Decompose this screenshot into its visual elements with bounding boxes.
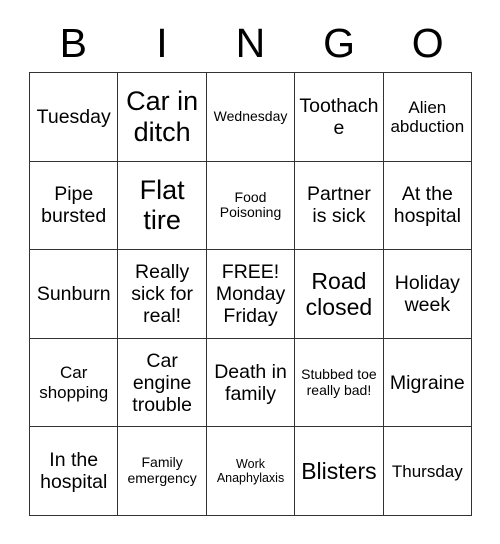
bingo-cell-label: In the hospital	[40, 449, 108, 494]
bingo-cell-label: Car in ditch	[126, 86, 199, 147]
bingo-cell[interactable]: Sunburn	[30, 250, 119, 339]
bingo-cell[interactable]: Blisters	[295, 427, 384, 516]
bingo-cell[interactable]: Migraine	[383, 338, 473, 428]
bingo-cell[interactable]: Thursday	[383, 427, 473, 516]
bingo-cell-label: Thursday	[391, 461, 463, 481]
bingo-cell-label: Wednesday	[213, 107, 288, 124]
bingo-cell-label: Stubbed toe really bad!	[301, 365, 377, 398]
bingo-cell-label: Car shopping	[39, 363, 109, 402]
bingo-cell-label: FREE! Monday Friday	[215, 260, 286, 327]
bingo-cell[interactable]: Partner is sick	[295, 161, 384, 251]
bingo-cell-label: Tuesday	[36, 105, 111, 128]
bingo-cell-label: Alien abduction	[390, 97, 465, 136]
bingo-header-letter-g: G	[323, 19, 356, 66]
bingo-grid: Tuesday Car in ditch Wednesday Toothache…	[29, 72, 473, 516]
bingo-header-letter-b: B	[59, 19, 87, 66]
bingo-header-letter-i: I	[156, 19, 168, 66]
bingo-cell-free[interactable]: FREE! Monday Friday	[206, 250, 296, 339]
bingo-cell[interactable]: In the hospital	[30, 427, 119, 516]
bingo-cell-label: Toothache	[299, 94, 379, 139]
bingo-cell[interactable]: Holiday week	[383, 250, 473, 339]
bingo-cell[interactable]: Really sick for real!	[118, 250, 207, 339]
bingo-cell[interactable]: Pipe bursted	[30, 161, 119, 251]
bingo-cell-label: Pipe bursted	[41, 183, 107, 228]
bingo-cell-label: Car engine trouble	[132, 349, 192, 416]
bingo-cell-label: Work Anaphylaxis	[216, 457, 285, 486]
bingo-cell[interactable]: Flat tire	[118, 161, 207, 251]
bingo-cell-label: Family emergency	[127, 454, 197, 487]
bingo-cell[interactable]: Car engine trouble	[118, 338, 207, 428]
bingo-cell[interactable]: Tuesday	[30, 73, 119, 162]
bingo-cell[interactable]: At the hospital	[383, 161, 473, 251]
bingo-row: Tuesday Car in ditch Wednesday Toothache…	[30, 73, 473, 162]
bingo-cell-label: Death in family	[214, 360, 287, 405]
bingo-cell[interactable]: Death in family	[206, 338, 296, 428]
bingo-cell-label: At the hospital	[393, 183, 461, 228]
bingo-cell-label: Flat tire	[139, 174, 185, 236]
bingo-cell-label: Holiday week	[394, 271, 460, 316]
bingo-cell[interactable]: Car in ditch	[118, 73, 207, 162]
bingo-cell-label: Road closed	[305, 268, 373, 320]
bingo-cell-label: Food Poisoning	[219, 188, 282, 221]
bingo-cell[interactable]: Alien abduction	[383, 73, 473, 162]
bingo-row: Sunburn Really sick for real! FREE! Mond…	[30, 250, 473, 339]
bingo-header-letter-o: O	[411, 19, 444, 66]
bingo-cell[interactable]: Stubbed toe really bad!	[295, 338, 384, 428]
bingo-header-row: B I N G O	[29, 14, 472, 72]
bingo-cell[interactable]: Family emergency	[118, 427, 207, 516]
bingo-cell-label: Blisters	[301, 458, 377, 485]
bingo-row: Pipe bursted Flat tire Food Poisoning Pa…	[30, 161, 473, 251]
bingo-cell-label: Really sick for real!	[131, 260, 193, 327]
bingo-card: B I N G O Tuesday Car in ditch Wednesday…	[29, 14, 473, 516]
bingo-header-letter-n: N	[235, 19, 266, 66]
bingo-cell-label: Migraine	[389, 371, 465, 394]
bingo-cell[interactable]: Food Poisoning	[206, 161, 296, 251]
bingo-cell[interactable]: Wednesday	[206, 73, 296, 162]
bingo-cell[interactable]: Work Anaphylaxis	[206, 427, 296, 516]
bingo-row: Car shopping Car engine trouble Death in…	[30, 338, 473, 428]
bingo-cell[interactable]: Toothache	[295, 73, 384, 162]
bingo-cell[interactable]: Car shopping	[30, 338, 119, 428]
bingo-cell-label: Sunburn	[36, 282, 111, 305]
bingo-row: In the hospital Family emergency Work An…	[30, 427, 473, 516]
bingo-cell[interactable]: Road closed	[295, 250, 384, 339]
bingo-cell-label: Partner is sick	[306, 183, 371, 228]
